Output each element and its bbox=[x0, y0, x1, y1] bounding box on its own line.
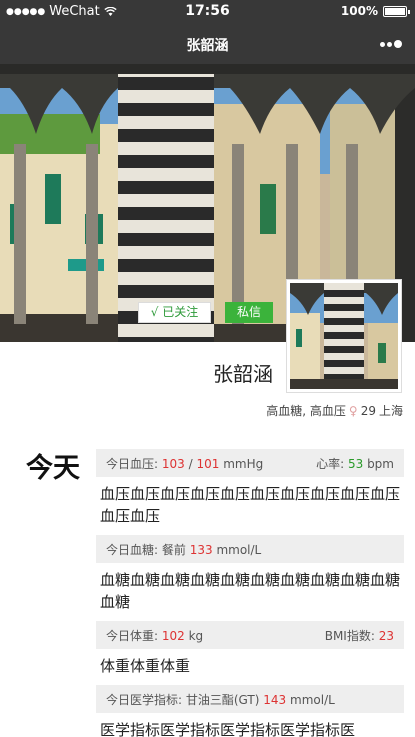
bp-note: 血压血压血压血压血压血压血压血压血压血压血压血压 bbox=[100, 485, 401, 525]
more-options-icon[interactable] bbox=[379, 34, 403, 54]
battery-icon bbox=[383, 5, 410, 17]
weight-value: 102 bbox=[161, 628, 185, 643]
medical-unit: mmol/L bbox=[290, 692, 335, 707]
page-title: 张韶涵 bbox=[186, 38, 229, 54]
profile-city: 上海 bbox=[378, 404, 403, 418]
glucose-label: 今日血糖: bbox=[106, 542, 159, 557]
medical-header: 今日医学指标: 甘油三酯(GT) 143 mmol/L bbox=[96, 685, 404, 713]
female-icon: ♀ bbox=[348, 403, 358, 418]
profile-name: 张韶涵 bbox=[213, 362, 273, 386]
bp-diastolic: 101 bbox=[196, 456, 220, 471]
bp-header: 今日血压: 103 / 101 mmHg 心率: 53 bpm bbox=[96, 449, 404, 477]
profile-age: 29 bbox=[360, 403, 376, 418]
bp-separator: / bbox=[188, 456, 193, 471]
glucose-note: 血糖血糖血糖血糖血糖血糖血糖血糖血糖血糖血糖 bbox=[100, 571, 401, 611]
status-bar: ●●●●● WeChat 17:56 100% bbox=[0, 0, 415, 24]
weight-note: 体重体重体重 bbox=[100, 657, 191, 675]
medical-label: 今日医学指标: bbox=[106, 692, 183, 707]
glucose-header: 今日血糖: 餐前 133 mmol/L bbox=[96, 535, 404, 563]
weight-card[interactable]: 今日体重: 102 kg BMI指数: 23 体重体重体重 bbox=[96, 621, 404, 677]
follow-button[interactable]: √ 已关注 bbox=[138, 302, 211, 323]
weight-label: 今日体重: bbox=[106, 628, 159, 643]
medical-indicator: 甘油三酯(GT) bbox=[185, 692, 260, 707]
glucose-unit: mmol/L bbox=[216, 542, 262, 557]
avatar[interactable] bbox=[286, 279, 402, 393]
message-button[interactable]: 私信 bbox=[225, 302, 273, 323]
today-label: 今天 bbox=[26, 453, 80, 484]
medical-note: 医学指标医学指标医学指标医学指标医 bbox=[100, 721, 356, 737]
bmi-value: 23 bbox=[378, 628, 394, 643]
bp-label: 今日血压: bbox=[106, 456, 159, 471]
profile-conditions: 高血糖, 高血压 bbox=[266, 404, 346, 418]
battery-percent: 100% bbox=[340, 4, 378, 18]
hr-value: 53 bbox=[347, 456, 364, 471]
glucose-card[interactable]: 今日血糖: 餐前 133 mmol/L 血糖血糖血糖血糖血糖血糖血糖血糖血糖血糖… bbox=[96, 535, 404, 613]
medical-value: 143 bbox=[263, 692, 287, 707]
hr-label: 心率: bbox=[316, 456, 345, 471]
weight-header: 今日体重: 102 kg BMI指数: 23 bbox=[96, 621, 404, 649]
weight-unit: kg bbox=[188, 628, 204, 643]
nav-bar: 张韶涵 bbox=[0, 24, 415, 64]
glucose-value: 133 bbox=[189, 542, 213, 557]
profile-meta: 高血糖, 高血压 ♀ 29 上海 bbox=[266, 402, 403, 419]
bmi-label: BMI指数: bbox=[324, 628, 375, 643]
bp-systolic: 103 bbox=[161, 456, 185, 471]
hr-unit: bpm bbox=[367, 456, 394, 471]
battery-info: 100% bbox=[340, 4, 410, 18]
medical-card[interactable]: 今日医学指标: 甘油三酯(GT) 143 mmol/L 医学指标医学指标医学指标… bbox=[96, 685, 404, 737]
glucose-timing: 餐前 bbox=[161, 542, 186, 557]
bp-card[interactable]: 今日血压: 103 / 101 mmHg 心率: 53 bpm 血压血压血压血压… bbox=[96, 449, 404, 527]
bp-unit: mmHg bbox=[223, 456, 264, 471]
